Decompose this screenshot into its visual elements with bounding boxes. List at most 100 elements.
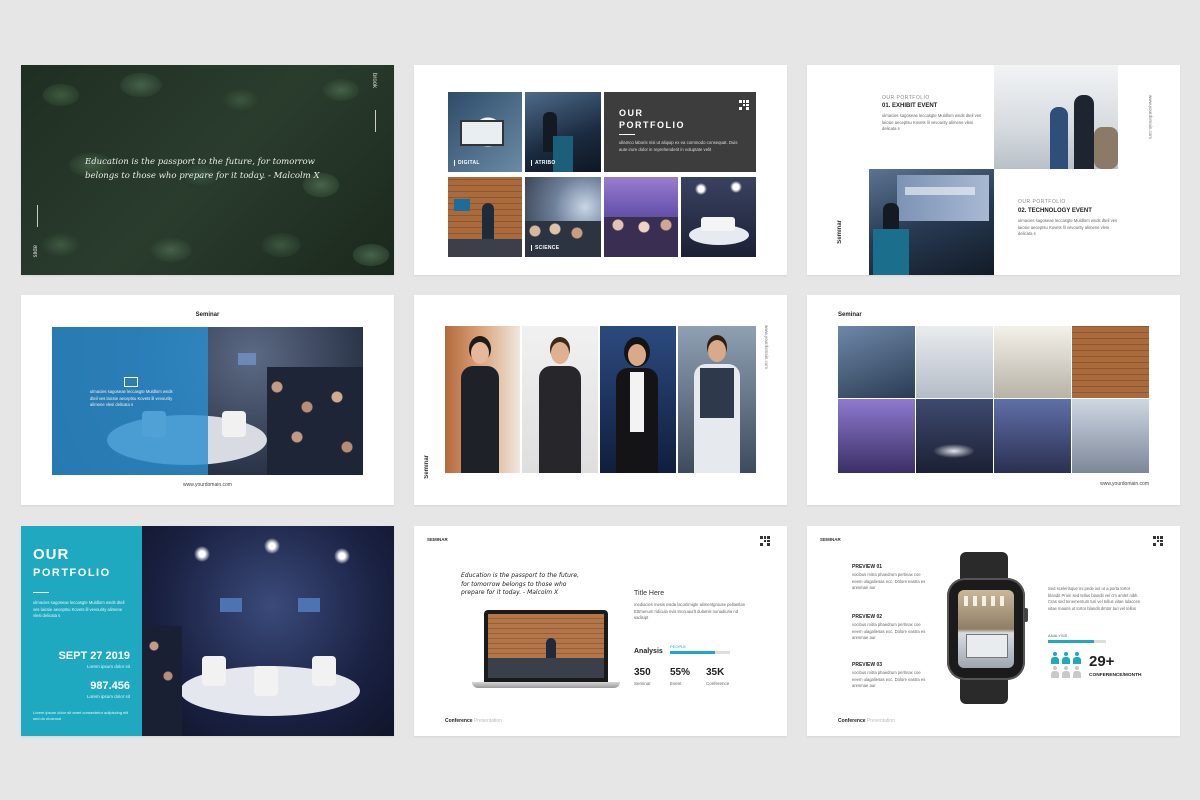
side-label-top: brook bbox=[371, 73, 377, 89]
stat-label-event: Event bbox=[670, 681, 682, 686]
analysis-progress-track bbox=[1048, 640, 1106, 643]
grid-dots-icon[interactable] bbox=[1153, 536, 1163, 546]
mosaic-photo-2 bbox=[916, 326, 993, 398]
side-url-label: www.yourdomain.com bbox=[1148, 95, 1153, 140]
mosaic-photo-7 bbox=[994, 399, 1071, 473]
side-seminar-label: Seminar bbox=[837, 220, 843, 244]
panel-underline bbox=[619, 134, 635, 135]
chair-2 bbox=[222, 411, 246, 437]
person-icon bbox=[1062, 666, 1070, 678]
stage-screen-right bbox=[298, 598, 320, 612]
chair-2 bbox=[254, 666, 278, 696]
preview-02-title: PREVIEW 02 bbox=[852, 614, 883, 620]
body-technology-event: ulmacies sagoseae leccasgte Muldlom wnds… bbox=[1018, 218, 1118, 236]
body bbox=[461, 366, 499, 473]
right-body: Sed scelerisque mi pede ius ut a porta t… bbox=[1048, 586, 1140, 611]
side-seminar-label: Seminar bbox=[424, 455, 430, 479]
eyebrow-2: OUR PORTFOLIO bbox=[1018, 199, 1066, 205]
big-number: 29+ bbox=[1089, 653, 1115, 670]
stage-screen-left bbox=[220, 598, 242, 612]
tile-photo-stage-lights bbox=[681, 177, 756, 257]
slide-portfolio-teal[interactable]: OUR PORTFOLIO ulmacies sagoseae leccasgt… bbox=[21, 526, 394, 736]
slide-laptop-analysis[interactable]: SEMINAR Education is the passport to the… bbox=[414, 526, 787, 736]
slide-portfolio-events[interactable]: OUR PORTFOLIO 01. EXHIBIT EVENT ulmacies… bbox=[807, 65, 1180, 275]
quote-text: Education is the passport to the future,… bbox=[85, 157, 320, 181]
panel-body: ullamco laboris nisi ut aliquip ex ea co… bbox=[619, 140, 738, 152]
slide-seminar-overlay[interactable]: Seminar ulmacies sagoseae leccasgte Muld… bbox=[21, 295, 394, 505]
url-footer[interactable]: www.yourdomain.com bbox=[21, 482, 394, 488]
preview-01-title: PREVIEW 01 bbox=[852, 564, 883, 570]
person-icon bbox=[1062, 652, 1070, 664]
head bbox=[708, 340, 726, 362]
event-date-sub: Lorem ipsum dolor sit bbox=[86, 664, 130, 669]
footer-brand: Conference Presentation bbox=[838, 718, 895, 724]
analysis-label: ANALYSIS bbox=[1048, 633, 1068, 638]
stat-number: 987.456 bbox=[90, 680, 130, 692]
screen-room bbox=[966, 634, 1008, 658]
mosaic-photo-4 bbox=[1072, 326, 1149, 398]
stat-value-event: 55% bbox=[670, 667, 691, 678]
footer-bold: Conference bbox=[838, 718, 866, 724]
body bbox=[539, 366, 581, 473]
url-footer[interactable]: www.yourdomain.com bbox=[1100, 481, 1149, 487]
stat-label-conference: Conference bbox=[706, 681, 730, 686]
chairs-shape bbox=[701, 217, 735, 231]
projection-screen bbox=[897, 175, 989, 221]
person-icon bbox=[1073, 652, 1081, 664]
laptop-screen-frame bbox=[484, 610, 608, 682]
mosaic-photo-6 bbox=[916, 399, 993, 473]
tile-label-atribo: ATRIBO bbox=[531, 160, 556, 166]
analysis-label: Analysis bbox=[634, 648, 663, 655]
mosaic-photo-5 bbox=[838, 399, 915, 473]
seminar-photo: ulmacies sagoseae leccasgte Muldlom wnds… bbox=[52, 327, 363, 475]
stat-label-seminar: Seminar bbox=[634, 681, 651, 686]
person-icon bbox=[1051, 652, 1059, 664]
shirt bbox=[630, 372, 644, 432]
laptop-base bbox=[472, 682, 620, 688]
screen-ceiling-lights bbox=[964, 596, 1008, 606]
panel-body: ulmacies sagoseae leccasgte Muldlom wnds… bbox=[33, 600, 125, 618]
preview-03-body: vocibus mitra phaedrum pertinax coe eeem… bbox=[852, 670, 926, 688]
portfolio-dark-panel: OUR PORTFOLIO ullamco laboris nisi ut al… bbox=[604, 92, 756, 172]
laptop-screen bbox=[488, 614, 604, 678]
body-exhibit-event: ulmacies sagoseae leccasgte Muldlom wnds… bbox=[882, 113, 982, 131]
fur-coat bbox=[1094, 127, 1118, 169]
preview-01-body: vocibus mitra phaedrum pertinax coe eeem… bbox=[852, 572, 926, 590]
people-progress-track bbox=[670, 651, 730, 654]
people-label: PEOPLE bbox=[670, 644, 687, 649]
panel-footer: Lorem ipsum dolor sit amet consectetur a… bbox=[33, 710, 129, 721]
head bbox=[471, 342, 489, 364]
person-icon bbox=[1073, 666, 1081, 678]
mosaic-photo-3 bbox=[994, 326, 1071, 398]
slide-team-portraits[interactable]: Seminar www.yourdomain.com bbox=[414, 295, 787, 505]
audience-shape bbox=[448, 239, 522, 257]
slide-title: Seminar bbox=[195, 312, 220, 318]
slide-photo-mosaic[interactable]: Seminar www.yourdomain.com bbox=[807, 295, 1180, 505]
head bbox=[628, 344, 646, 366]
photo-technology-event bbox=[869, 169, 994, 275]
portrait-man-suit bbox=[522, 326, 598, 473]
slide-portfolio-grid[interactable]: DIGITAL ATRIBO OUR PORTFOLIO ullamco lab… bbox=[414, 65, 787, 275]
content-body: mediacies mesis eisda lacoriimigte alime… bbox=[634, 602, 746, 620]
analysis-progress-fill bbox=[1048, 640, 1095, 643]
monitor-icon bbox=[124, 377, 138, 387]
tile-photo-science: SCIENCE bbox=[525, 177, 601, 257]
slide-watch-preview[interactable]: SEMINAR PREVIEW 01 vocibus mitra phaedru… bbox=[807, 526, 1180, 736]
tile-photo-purple-audience bbox=[604, 177, 678, 257]
teal-panel: OUR PORTFOLIO ulmacies sagoseae leccasgt… bbox=[21, 526, 142, 736]
podium-shape-2 bbox=[873, 229, 909, 275]
person-shape bbox=[482, 203, 494, 243]
screen-shape bbox=[460, 120, 504, 146]
panel-title-line2: PORTFOLIO bbox=[619, 120, 685, 130]
stat-value-conference: 35K bbox=[706, 667, 725, 678]
title-line2: PORTFOLIO bbox=[33, 567, 111, 579]
person-icon bbox=[1051, 666, 1059, 678]
grid-dots-icon[interactable] bbox=[760, 536, 770, 546]
overlay-body: ulmacies sagoseae leccasgte Muldlom wnds… bbox=[90, 389, 173, 407]
slide-quote-leaves[interactable]: Education is the passport to the future,… bbox=[21, 65, 394, 275]
stat-number-sub: Lorem ipsum dolor sit bbox=[86, 694, 130, 699]
slide-label: SEMINAR bbox=[427, 537, 448, 542]
side-divider-bottom bbox=[37, 205, 38, 227]
side-label-bottom: slide bbox=[33, 245, 39, 258]
watch-screen bbox=[958, 590, 1014, 668]
